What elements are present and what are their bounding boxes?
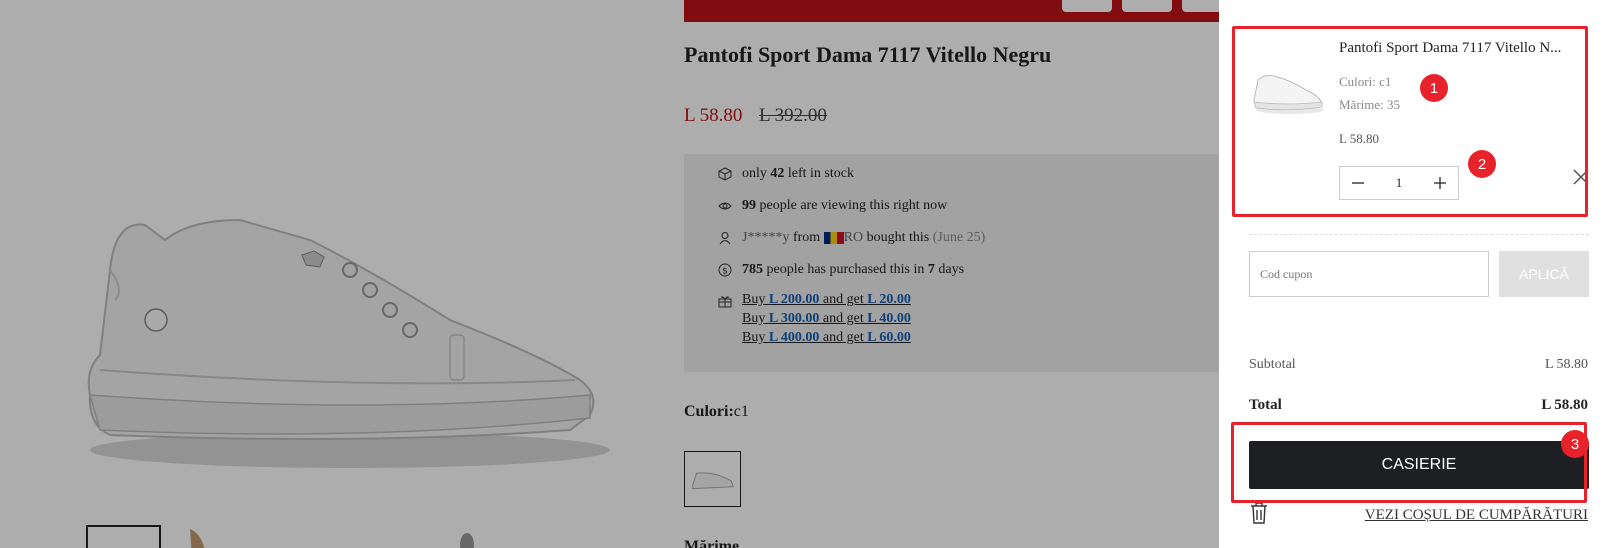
apply-coupon-button[interactable]: APLICĂ bbox=[1499, 251, 1589, 297]
cart-drawer: Pantofi Sport Dama 7117 Vitello N... Cul… bbox=[1219, 0, 1606, 548]
subtotal-value: L 58.80 bbox=[1544, 357, 1588, 372]
annotation-badge-3: 3 bbox=[1561, 430, 1589, 458]
highlight-box-cart-item bbox=[1232, 26, 1588, 217]
highlight-box-checkout bbox=[1231, 422, 1587, 503]
annotation-badge-2: 2 bbox=[1468, 150, 1496, 178]
coupon-input[interactable] bbox=[1249, 251, 1489, 297]
annotation-badge-1: 1 bbox=[1420, 74, 1448, 102]
total-value: L 58.80 bbox=[1541, 397, 1588, 413]
page: Pantofi Sport Dama 7117 Vitello Negru L … bbox=[0, 0, 1606, 548]
divider bbox=[1249, 234, 1589, 235]
trash-icon[interactable] bbox=[1249, 502, 1269, 524]
view-cart-link[interactable]: VEZI COȘUL DE CUMPĂRĂTURI bbox=[1365, 507, 1588, 524]
total-label: Total bbox=[1249, 397, 1282, 413]
subtotal-label: Subtotal bbox=[1249, 357, 1296, 372]
modal-backdrop[interactable] bbox=[0, 0, 1219, 548]
